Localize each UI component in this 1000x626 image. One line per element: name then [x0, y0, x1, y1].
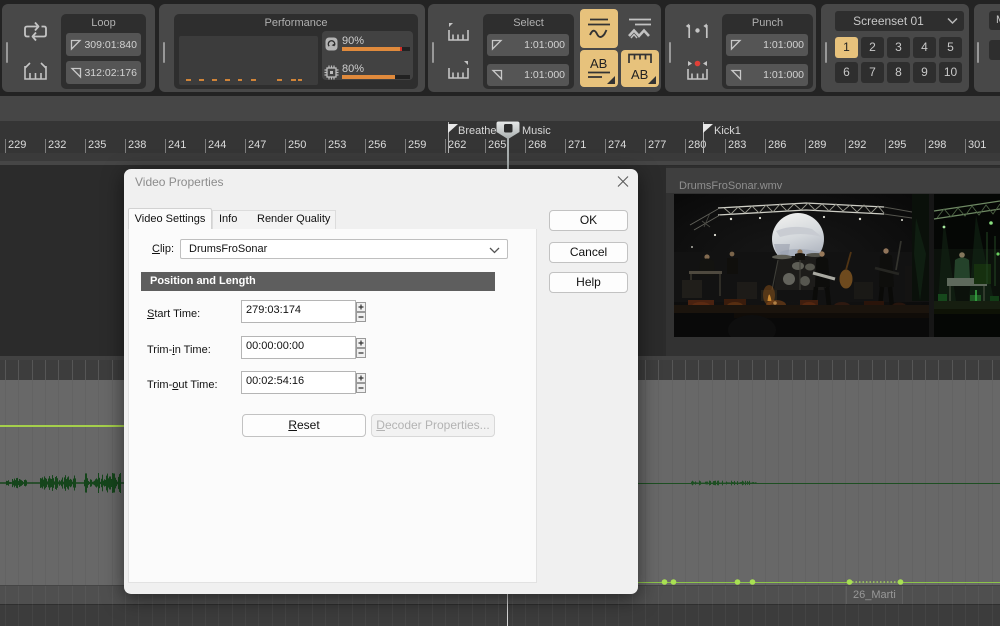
svg-text:AB: AB: [590, 56, 607, 71]
svg-text:AB: AB: [631, 67, 648, 82]
